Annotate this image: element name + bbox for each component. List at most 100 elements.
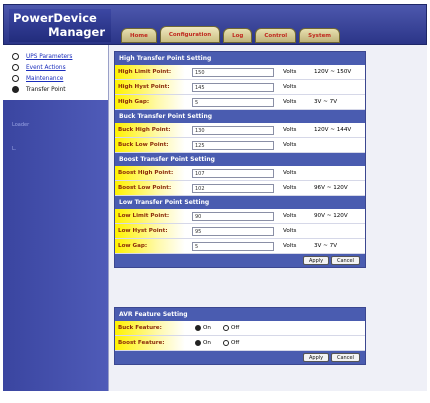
sidebar-item-label[interactable]: Maintenance xyxy=(26,76,63,82)
row-low-gap: Low Gap: 5 Volts 3V ~ 7V xyxy=(115,239,365,254)
buck-high-point-input[interactable]: 130 xyxy=(192,126,274,135)
unit-label: Volts xyxy=(283,213,297,219)
radio-selected-icon xyxy=(12,86,19,93)
avr-apply-button[interactable]: Apply xyxy=(303,353,330,362)
row-buck-feature: Buck Feature: On Off xyxy=(115,321,365,336)
sidebar-item-transfer-point[interactable]: Transfer Point xyxy=(12,84,108,95)
header-bar: PowerDevice Manager Home Configuration L… xyxy=(3,4,427,45)
range-label: 96V ~ 120V xyxy=(314,185,348,191)
section-header-avr: AVR Feature Setting xyxy=(115,308,365,321)
row-high-limit-point: High Limit Point: 150 Volts 120V ~ 150V xyxy=(115,65,365,80)
radio-icon[interactable] xyxy=(223,340,229,346)
unit-label: Volts xyxy=(283,127,297,133)
sidebar-item-label[interactable]: Event Actions xyxy=(26,65,66,71)
buck-feature-on-option[interactable]: On xyxy=(195,321,211,335)
avr-action-bar: Apply Cancel xyxy=(115,351,365,364)
range-label: 3V ~ 7V xyxy=(314,99,338,105)
unit-label: Volts xyxy=(283,228,297,234)
option-label: Off xyxy=(231,340,240,346)
section-header-high: High Transfer Point Setting xyxy=(115,52,365,65)
option-label: On xyxy=(203,325,211,331)
radio-selected-icon[interactable] xyxy=(195,325,201,331)
sidebar-panel: Loader L. xyxy=(3,100,108,391)
unit-label: Volts xyxy=(283,84,297,90)
sidebar-item-ups-parameters[interactable]: UPS Parameters xyxy=(12,51,108,62)
sidebar-item-event-actions[interactable]: Event Actions xyxy=(12,62,108,73)
section-header-low: Low Transfer Point Setting xyxy=(115,196,365,209)
row-high-gap: High Gap: 5 Volts 3V ~ 7V xyxy=(115,95,365,110)
field-label: Buck Feature: xyxy=(115,321,185,335)
range-label: 120V ~ 150V xyxy=(314,69,352,75)
field-label: Buck Low Point: xyxy=(115,138,185,152)
unit-label: Volts xyxy=(283,185,297,191)
cancel-button[interactable]: Cancel xyxy=(331,256,360,265)
option-label: Off xyxy=(231,325,240,331)
boost-high-point-input[interactable]: 107 xyxy=(192,169,274,178)
field-label: Boost High Point: xyxy=(115,166,185,180)
sidebar-item-label[interactable]: UPS Parameters xyxy=(26,54,72,60)
field-label: Low Hyst Point: xyxy=(115,224,185,238)
tab-system[interactable]: System xyxy=(299,28,341,43)
row-low-hyst-point: Low Hyst Point: 95 Volts xyxy=(115,224,365,239)
tab-bar: Home Configuration Log Control System xyxy=(121,23,343,43)
apply-button[interactable]: Apply xyxy=(303,256,330,265)
field-label: Buck High Point: xyxy=(115,123,185,137)
brand-logo: PowerDevice Manager xyxy=(9,9,111,42)
low-gap-input[interactable]: 5 xyxy=(192,242,274,251)
field-label: Boost Feature: xyxy=(115,336,185,350)
action-bar: Apply Cancel xyxy=(115,254,365,267)
unit-label: Volts xyxy=(283,142,297,148)
high-limit-point-input[interactable]: 150 xyxy=(192,68,274,77)
section-header-buck: Buck Transfer Point Setting xyxy=(115,110,365,123)
unit-label: Volts xyxy=(283,170,297,176)
transfer-point-panel: High Transfer Point Setting High Limit P… xyxy=(114,51,366,268)
row-boost-feature: Boost Feature: On Off xyxy=(115,336,365,351)
section-header-boost: Boost Transfer Point Setting xyxy=(115,153,365,166)
buck-low-point-input[interactable]: 125 xyxy=(192,141,274,150)
boost-low-point-input[interactable]: 102 xyxy=(192,184,274,193)
row-boost-low-point: Boost Low Point: 102 Volts 96V ~ 120V xyxy=(115,181,365,196)
main-content: High Transfer Point Setting High Limit P… xyxy=(108,45,427,391)
field-label: High Gap: xyxy=(115,95,185,109)
field-label: High Limit Point: xyxy=(115,65,185,79)
radio-icon[interactable] xyxy=(223,325,229,331)
row-buck-low-point: Buck Low Point: 125 Volts xyxy=(115,138,365,153)
low-hyst-point-input[interactable]: 95 xyxy=(192,227,274,236)
row-high-hyst-point: High Hyst Point: 145 Volts xyxy=(115,80,365,95)
brand-title-line1: PowerDevice xyxy=(13,11,97,25)
radio-icon xyxy=(12,53,19,60)
unit-label: Volts xyxy=(283,243,297,249)
field-label: Low Limit Point: xyxy=(115,209,185,223)
sidebar-tag: Loader xyxy=(12,122,30,128)
app-window: PowerDevice Manager Home Configuration L… xyxy=(0,0,430,403)
range-label: 120V ~ 144V xyxy=(314,127,352,133)
boost-feature-on-option[interactable]: On xyxy=(195,336,211,350)
unit-label: Volts xyxy=(283,99,297,105)
range-label: 3V ~ 7V xyxy=(314,243,338,249)
high-gap-input[interactable]: 5 xyxy=(192,98,274,107)
field-label: High Hyst Point: xyxy=(115,80,185,94)
row-low-limit-point: Low Limit Point: 90 Volts 90V ~ 120V xyxy=(115,209,365,224)
field-label: Boost Low Point: xyxy=(115,181,185,195)
sidebar-item-maintenance[interactable]: Maintenance xyxy=(12,73,108,84)
brand-title-line2: Manager xyxy=(48,25,105,39)
option-label: On xyxy=(203,340,211,346)
radio-icon xyxy=(12,64,19,71)
tab-log[interactable]: Log xyxy=(223,28,253,43)
row-buck-high-point: Buck High Point: 130 Volts 120V ~ 144V xyxy=(115,123,365,138)
unit-label: Volts xyxy=(283,69,297,75)
sidebar-tag: L. xyxy=(12,146,17,152)
avr-cancel-button[interactable]: Cancel xyxy=(331,353,360,362)
tab-home[interactable]: Home xyxy=(121,28,157,43)
low-limit-point-input[interactable]: 90 xyxy=(192,212,274,221)
buck-feature-off-option[interactable]: Off xyxy=(223,321,239,335)
tab-control[interactable]: Control xyxy=(255,28,297,43)
tab-configuration[interactable]: Configuration xyxy=(159,26,221,43)
range-label: 90V ~ 120V xyxy=(314,213,348,219)
boost-feature-off-option[interactable]: Off xyxy=(223,336,239,350)
row-boost-high-point: Boost High Point: 107 Volts xyxy=(115,166,365,181)
high-hyst-point-input[interactable]: 145 xyxy=(192,83,274,92)
field-label: Low Gap: xyxy=(115,239,185,253)
radio-selected-icon[interactable] xyxy=(195,340,201,346)
avr-feature-panel: AVR Feature Setting Buck Feature: On Off… xyxy=(114,307,366,365)
